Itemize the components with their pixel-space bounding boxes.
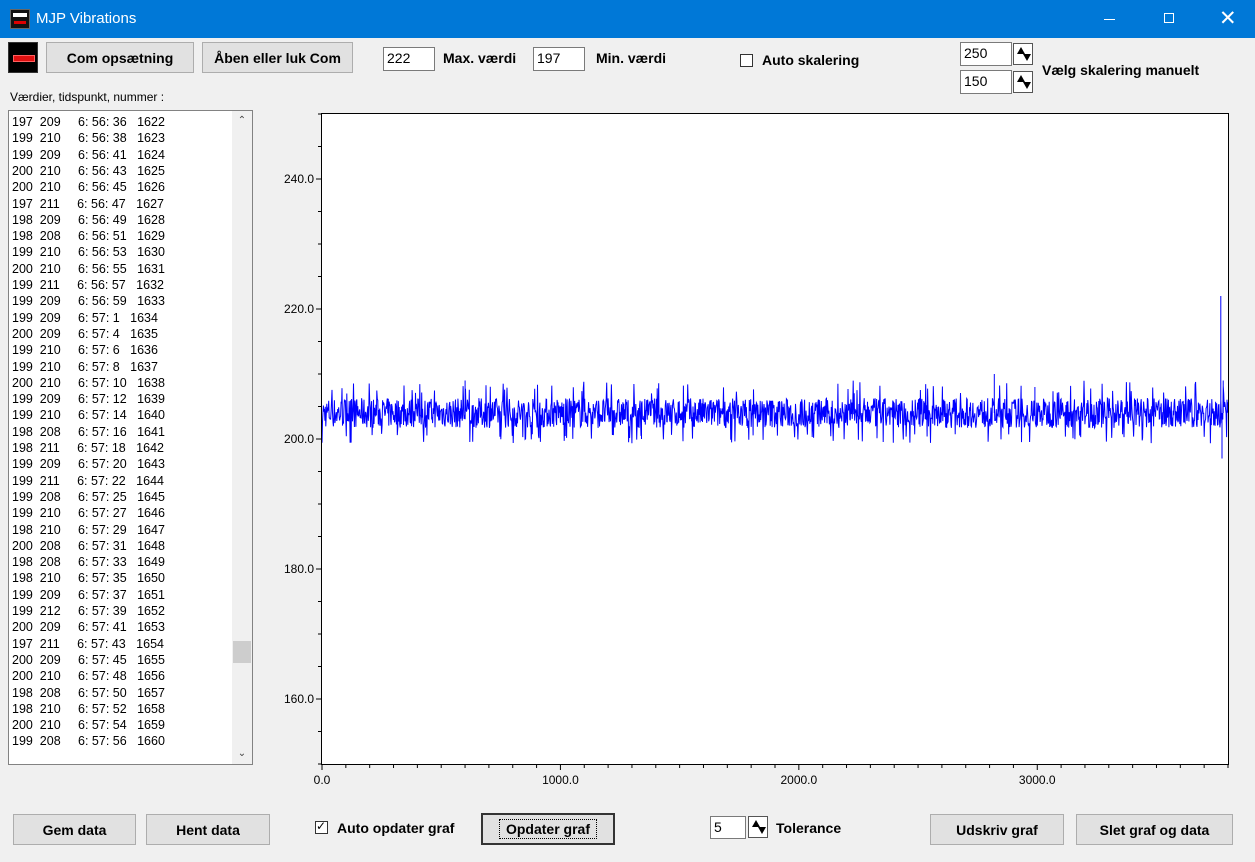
- list-item[interactable]: 198 210 6: 57: 29 1647: [12, 522, 165, 538]
- list-item[interactable]: 198 208 6: 57: 33 1649: [12, 554, 165, 570]
- list-item[interactable]: 199 210 6: 57: 8 1637: [12, 359, 158, 375]
- tolerance-field[interactable]: 5: [710, 816, 746, 839]
- y-tick-label: 180.0: [284, 562, 314, 576]
- list-item[interactable]: 199 209 6: 57: 12 1639: [12, 391, 165, 407]
- auto-update-label: Auto opdater graf: [337, 820, 455, 836]
- list-item[interactable]: 199 209 6: 57: 1 1634: [12, 310, 158, 326]
- y-tick-label: 200.0: [284, 432, 314, 446]
- list-item[interactable]: 198 210 6: 57: 52 1658: [12, 701, 165, 717]
- y-tick-label: 220.0: [284, 302, 314, 316]
- max-value-field[interactable]: 222: [383, 47, 435, 71]
- x-tick-label: 1000.0: [542, 773, 579, 787]
- list-item[interactable]: 199 210 6: 56: 53 1630: [12, 244, 165, 260]
- list-item[interactable]: 199 211 6: 57: 22 1644: [12, 473, 164, 489]
- save-data-button[interactable]: Gem data: [13, 814, 136, 845]
- list-header: Værdier, tidspunkt, nummer :: [10, 90, 165, 104]
- y-tick-label: 160.0: [284, 692, 314, 706]
- list-scrollbar[interactable]: ⌃ ⌄: [232, 111, 252, 764]
- auto-scale-checkbox[interactable]: [740, 54, 753, 67]
- list-item[interactable]: 199 209 6: 56: 41 1624: [12, 147, 165, 163]
- scale-lower-spin-icon[interactable]: [1013, 71, 1033, 93]
- list-item[interactable]: 199 211 6: 56: 57 1632: [12, 277, 164, 293]
- scale-upper-spin-icon[interactable]: [1013, 43, 1033, 65]
- list-item[interactable]: 199 209 6: 57: 37 1651: [12, 587, 165, 603]
- x-tick-label: 2000.0: [780, 773, 817, 787]
- list-item[interactable]: 198 208 6: 57: 16 1641: [12, 424, 165, 440]
- update-graph-button[interactable]: Opdater graf: [481, 813, 615, 845]
- app-icon: [10, 9, 30, 29]
- list-item[interactable]: 200 210 6: 57: 10 1638: [12, 375, 165, 391]
- list-item[interactable]: 197 209 6: 56: 36 1622: [12, 114, 165, 130]
- list-item[interactable]: 199 209 6: 56: 59 1633: [12, 293, 165, 309]
- auto-update-checkbox[interactable]: [315, 819, 328, 834]
- list-item[interactable]: 199 212 6: 57: 39 1652: [12, 603, 165, 619]
- com-status-indicator-icon: [8, 42, 38, 73]
- close-button[interactable]: ✕: [1198, 0, 1255, 38]
- tolerance-spin-icon[interactable]: [748, 816, 768, 838]
- list-item[interactable]: 199 208 6: 57: 56 1660: [12, 733, 165, 749]
- maximize-button[interactable]: [1140, 0, 1200, 38]
- min-value-field[interactable]: 197: [533, 47, 585, 71]
- list-item[interactable]: 200 210 6: 56: 55 1631: [12, 261, 165, 277]
- window-title: MJP Vibrations: [36, 10, 137, 27]
- clear-graph-data-button[interactable]: Slet graf og data: [1076, 814, 1233, 845]
- print-graph-button[interactable]: Udskriv graf: [930, 814, 1064, 845]
- list-item[interactable]: 199 210 6: 56: 38 1623: [12, 130, 165, 146]
- list-item[interactable]: 198 211 6: 57: 18 1642: [12, 440, 164, 456]
- list-item[interactable]: 200 208 6: 57: 31 1648: [12, 538, 165, 554]
- list-item[interactable]: 198 210 6: 57: 35 1650: [12, 570, 165, 586]
- auto-scale-label: Auto skalering: [762, 52, 860, 68]
- list-item[interactable]: 198 209 6: 56: 49 1628: [12, 212, 165, 228]
- scale-lower-field[interactable]: 150: [960, 70, 1012, 94]
- y-tick-label: 240.0: [284, 172, 314, 186]
- scale-upper-field[interactable]: 250: [960, 42, 1012, 66]
- list-item[interactable]: 200 210 6: 56: 43 1625: [12, 163, 165, 179]
- scroll-up-icon[interactable]: ⌃: [232, 111, 252, 131]
- list-item[interactable]: 199 209 6: 57: 20 1643: [12, 456, 165, 472]
- title-bar: MJP Vibrations ✕: [0, 0, 1255, 38]
- open-close-com-button[interactable]: Åben eller luk Com: [202, 42, 353, 73]
- minimize-button[interactable]: [1080, 0, 1140, 38]
- tolerance-label: Tolerance: [776, 820, 842, 836]
- list-item[interactable]: 197 211 6: 56: 47 1627: [12, 196, 164, 212]
- scroll-down-icon[interactable]: ⌄: [232, 744, 252, 764]
- list-item[interactable]: 199 210 6: 57: 27 1646: [12, 505, 165, 521]
- list-item[interactable]: 200 209 6: 57: 41 1653: [12, 619, 165, 635]
- list-item[interactable]: 200 210 6: 57: 48 1656: [12, 668, 165, 684]
- series-line: [322, 296, 1228, 459]
- minimize-icon: [1104, 19, 1115, 20]
- list-item[interactable]: 198 208 6: 57: 50 1657: [12, 685, 165, 701]
- maximize-icon: [1164, 13, 1174, 23]
- list-item[interactable]: 199 208 6: 57: 25 1645: [12, 489, 165, 505]
- load-data-button[interactable]: Hent data: [146, 814, 270, 845]
- x-tick-label: 3000.0: [1019, 773, 1056, 787]
- values-listbox[interactable]: 197 209 6: 56: 36 1622 199 210 6: 56: 38 …: [8, 110, 253, 765]
- scroll-thumb[interactable]: [233, 641, 251, 663]
- min-value-label: Min. værdi: [596, 50, 667, 66]
- manual-scale-label: Vælg skalering manuelt: [1042, 62, 1200, 78]
- close-icon: ✕: [1219, 6, 1237, 30]
- list-item[interactable]: 199 210 6: 57: 6 1636: [12, 342, 158, 358]
- list-item[interactable]: 200 210 6: 56: 45 1626: [12, 179, 165, 195]
- graph-svg: [322, 296, 1228, 459]
- list-item[interactable]: 200 209 6: 57: 45 1655: [12, 652, 165, 668]
- list-item[interactable]: 200 210 6: 57: 54 1659: [12, 717, 165, 733]
- list-item[interactable]: 199 210 6: 57: 14 1640: [12, 407, 165, 423]
- list-item[interactable]: 197 211 6: 57: 43 1654: [12, 636, 164, 652]
- x-tick-label: 0.0: [314, 773, 331, 787]
- max-value-label: Max. værdi: [443, 50, 517, 66]
- graph-area: [321, 113, 1229, 765]
- list-item[interactable]: 200 209 6: 57: 4 1635: [12, 326, 158, 342]
- update-graph-label: Opdater graf: [498, 819, 597, 839]
- list-item[interactable]: 198 208 6: 56: 51 1629: [12, 228, 165, 244]
- com-setup-button[interactable]: Com opsætning: [46, 42, 194, 73]
